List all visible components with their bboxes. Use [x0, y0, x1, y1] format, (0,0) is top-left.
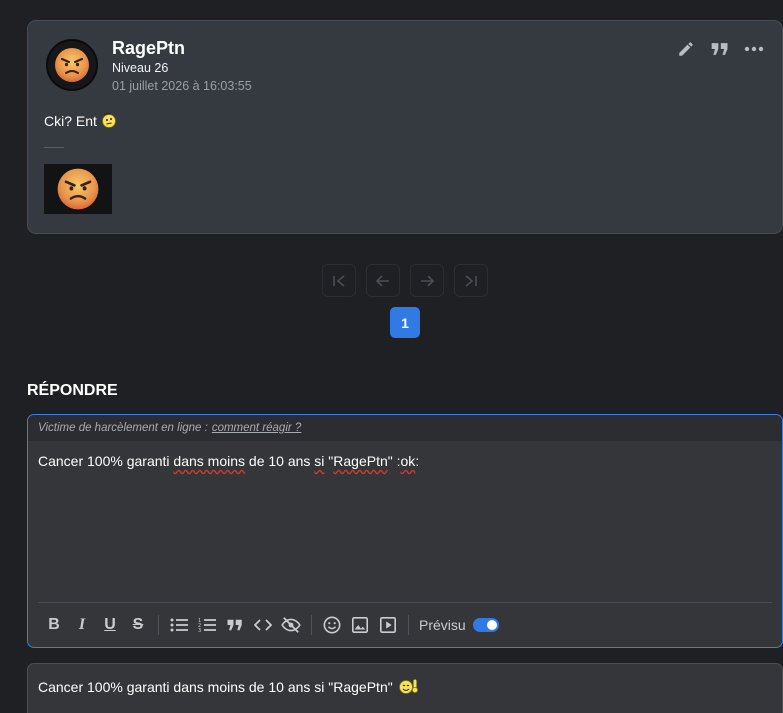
previous-page-icon [376, 274, 389, 287]
thinking-smiley-icon [102, 113, 116, 128]
toolbar-divider [38, 602, 772, 603]
signature-divider [44, 147, 64, 148]
numbered-list-button[interactable]: 123 [193, 612, 221, 638]
post-username[interactable]: RagePtn [112, 38, 185, 59]
code-icon [254, 619, 272, 631]
next-page-icon [421, 274, 434, 287]
bullet-list-icon [170, 618, 188, 632]
post-actions [676, 39, 764, 59]
preview-toggle-label: Prévisu [419, 617, 466, 633]
quote-button[interactable] [221, 612, 249, 638]
reply-heading: RÉPONDRE [27, 382, 118, 399]
post-image[interactable] [44, 164, 112, 214]
video-button[interactable] [374, 612, 402, 638]
harassment-help-link[interactable]: comment réagir ? [212, 422, 301, 434]
numbered-list-icon: 123 [198, 618, 216, 633]
harassment-notice: Victime de harcèlement en ligne : commen… [28, 415, 782, 441]
last-page-icon [465, 274, 477, 287]
last-page-button[interactable] [454, 264, 488, 297]
post-user-level: Niveau 26 [112, 61, 169, 75]
quote-icon[interactable] [710, 39, 730, 59]
current-page-button[interactable]: 1 [390, 307, 420, 338]
first-page-icon [333, 274, 345, 287]
message-preview: Cancer 100% garanti dans moins de 10 ans… [27, 663, 783, 713]
code-button[interactable] [249, 612, 277, 638]
reply-textarea[interactable]: Cancer 100% garanti dans moins de 10 ans… [38, 453, 758, 469]
eye-off-icon [281, 617, 301, 633]
smiley-icon [323, 616, 341, 634]
angry-face-icon [55, 48, 89, 82]
bullet-list-button[interactable] [165, 612, 193, 638]
smiley-button[interactable] [318, 612, 346, 638]
italic-button[interactable]: I [68, 612, 96, 638]
editor-toolbar: B I U S 123 Prévisu [40, 612, 499, 638]
video-icon [379, 616, 397, 634]
post-date[interactable]: 01 juillet 2026 à 16:03:55 [112, 79, 252, 93]
previous-page-button[interactable] [366, 264, 400, 297]
first-page-button[interactable] [322, 264, 356, 297]
user-avatar[interactable] [46, 39, 98, 91]
pagination-controls [322, 264, 488, 297]
svg-text:3: 3 [198, 628, 201, 633]
next-page-button[interactable] [410, 264, 444, 297]
underline-button[interactable]: U [96, 612, 124, 638]
toolbar-separator [408, 615, 409, 635]
ok-smiley-icon [398, 679, 418, 694]
strikethrough-button[interactable]: S [124, 612, 152, 638]
angry-face-sticker-icon [57, 168, 99, 210]
preview-content: Cancer 100% garanti dans moins de 10 ans… [38, 678, 420, 696]
preview-text: Cancer 100% garanti dans moins de 10 ans… [38, 679, 393, 695]
toolbar-separator [158, 615, 159, 635]
more-icon[interactable] [744, 39, 764, 59]
post-message-text: Cki? Ent [44, 113, 97, 129]
post-message: Cki? Ent [44, 112, 119, 130]
toggle-knob [486, 620, 497, 630]
spoiler-button[interactable] [277, 612, 305, 638]
edit-icon[interactable] [676, 39, 696, 59]
quote-icon [227, 619, 242, 631]
bold-button[interactable]: B [40, 612, 68, 638]
harassment-notice-text: Victime de harcèlement en ligne : [38, 422, 208, 434]
post-card: RagePtn Niveau 26 01 juillet 2026 à 16:0… [27, 20, 783, 234]
image-button[interactable] [346, 612, 374, 638]
reply-editor[interactable]: Victime de harcèlement en ligne : commen… [27, 414, 783, 648]
image-icon [351, 616, 369, 634]
preview-toggle[interactable] [472, 618, 499, 632]
toolbar-separator [311, 615, 312, 635]
